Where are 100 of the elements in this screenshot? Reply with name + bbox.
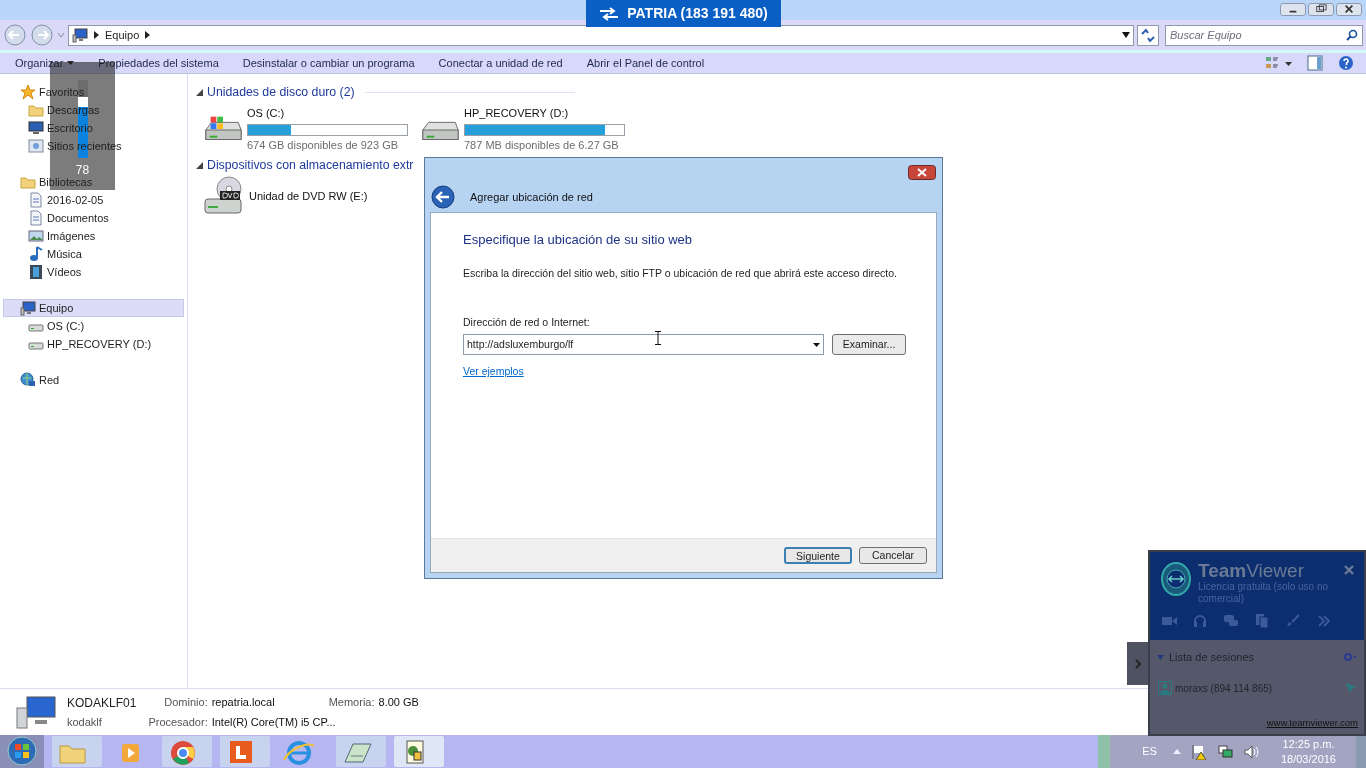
network-app-icon[interactable] — [394, 736, 444, 767]
drive-item[interactable]: HP_RECOVERY (D:) 787 MB disponibles de 6.27 GB — [420, 102, 625, 155]
breadcrumb-arrow-icon — [94, 31, 99, 39]
section-heading: Unidades de disco duro (2) — [207, 83, 355, 101]
dialog-heading: Especifique la ubicación de su sitio web — [463, 231, 694, 249]
image-icon — [28, 228, 44, 244]
music-note-icon — [28, 246, 44, 262]
taskbar-strip — [1098, 735, 1111, 768]
dropdown-caret-icon — [1122, 32, 1130, 38]
teamviewer-logo-icon — [1160, 561, 1192, 597]
view-options-button[interactable] — [1265, 55, 1293, 71]
toolbar-button[interactable]: Propiedades del sistema — [98, 53, 219, 73]
volume-icon[interactable] — [1242, 743, 1259, 760]
nav-item[interactable]: Vídeos — [3, 263, 184, 281]
show-hidden-icons-button[interactable] — [1172, 749, 1181, 754]
field-value: 8.00 GB — [378, 695, 419, 710]
dialog-description: Escriba la dirección del sitio web, sitio FTP o ubicación de red que abrirá este acceso directo. — [463, 265, 899, 281]
session-title: PATRIA (183 191 480) — [627, 4, 768, 23]
computer-icon — [72, 27, 88, 43]
text-cursor-icon — [655, 331, 661, 345]
nav-item[interactable]: Equipo — [3, 299, 184, 317]
breadcrumb[interactable]: Equipo — [105, 26, 140, 44]
field-label: Memoria: — [328, 695, 375, 710]
star-icon — [20, 84, 36, 100]
document-icon — [28, 210, 44, 226]
browse-button[interactable]: Examinar... — [832, 334, 906, 355]
address-field[interactable]: Equipo — [68, 24, 1134, 46]
chevron-right-icon — [1135, 658, 1141, 669]
start-button[interactable] — [0, 735, 44, 768]
nav-item[interactable]: 2016-02-05 — [3, 191, 184, 209]
toolbar-button[interactable]: Desinstalar o cambiar un programa — [242, 53, 415, 73]
nav-item[interactable]: Imágenes — [3, 227, 184, 245]
field-label: Dirección de red o Internet: — [463, 315, 591, 331]
teamviewer-brand: TeamViewer — [1198, 561, 1305, 581]
expand-triangle-icon — [1157, 654, 1164, 660]
drive-item[interactable]: Unidad de DVD RW (E:) — [203, 175, 408, 228]
browser-icon[interactable] — [162, 736, 212, 767]
search-icon — [1346, 29, 1358, 41]
chat-icon[interactable] — [1223, 613, 1239, 629]
notepad-icon[interactable] — [336, 736, 386, 767]
nav-item[interactable]: OS (C:) — [3, 317, 184, 335]
person-icon — [1158, 681, 1172, 695]
dropdown-caret-icon — [813, 342, 821, 347]
recent-places-icon — [28, 138, 44, 154]
breadcrumb-arrow-icon — [145, 31, 151, 39]
nav-item[interactable]: Red — [3, 371, 184, 389]
restore-button[interactable] — [1308, 3, 1334, 16]
search-box[interactable]: Buscar Equipo — [1165, 24, 1363, 46]
panel-toggle-tab[interactable] — [1127, 642, 1149, 685]
dialog-button[interactable]: Cancelar — [859, 547, 927, 564]
user-name: kodaklf — [67, 715, 103, 730]
dropdown-caret-icon — [57, 31, 65, 39]
toolbar-button[interactable]: Conectar a unidad de red — [438, 53, 563, 73]
film-icon — [28, 264, 44, 280]
volume-reading: 78 — [75, 162, 90, 178]
show-desktop-button[interactable] — [1356, 735, 1366, 768]
action-center-warning-icon[interactable] — [1190, 743, 1207, 760]
computer-icon — [15, 694, 57, 730]
folder-icon — [20, 174, 36, 190]
more-icon[interactable] — [1316, 613, 1332, 629]
headset-icon[interactable] — [1192, 613, 1208, 629]
nav-item[interactable]: Documentos — [3, 209, 184, 227]
refresh-button[interactable] — [1137, 24, 1159, 46]
computer-icon — [20, 300, 36, 316]
forward-button[interactable] — [30, 24, 54, 46]
back-button[interactable] — [431, 185, 455, 209]
pointer-icon — [1346, 683, 1356, 693]
files-icon[interactable] — [1254, 613, 1270, 629]
app-l-icon[interactable] — [220, 736, 270, 767]
preview-pane-button[interactable] — [1307, 55, 1323, 71]
swap-arrows-icon — [599, 6, 620, 21]
brush-icon[interactable] — [1285, 613, 1301, 629]
collapse-triangle-icon — [196, 88, 203, 96]
address-combo-box[interactable]: http://adsluxemburgo/lf — [463, 334, 825, 355]
field-value: Intel(R) Core(TM) i5 CP... — [211, 714, 337, 730]
examples-link[interactable]: Ver ejemplos — [463, 364, 524, 380]
dvd-drive-icon — [203, 175, 245, 217]
nav-item[interactable]: Música — [3, 245, 184, 263]
address-input-field[interactable]: http://adsluxemburgo/lf — [467, 336, 814, 353]
toolbar-button[interactable]: Abrir el Panel de control — [586, 53, 705, 73]
drive-item[interactable]: OS (C:) 674 GB disponibles de 923 GB — [203, 102, 408, 155]
close-button[interactable] — [1336, 3, 1362, 16]
folder-icon — [28, 102, 44, 118]
close-button[interactable] — [908, 165, 936, 180]
section-heading: Dispositivos con almacenamiento extr — [207, 156, 414, 174]
help-icon[interactable] — [1338, 55, 1354, 71]
nav-item[interactable]: HP_RECOVERY (D:) — [3, 335, 184, 353]
document-icon — [28, 192, 44, 208]
toolbar-button[interactable]: Organizar — [15, 53, 75, 73]
field-value: repatria.local — [211, 695, 275, 710]
computer-name: KODAKLF01 — [67, 695, 137, 712]
field-label: Dominio: — [163, 695, 208, 710]
close-icon[interactable] — [1344, 565, 1354, 575]
collapse-triangle-icon — [196, 161, 203, 169]
network-icon[interactable] — [1216, 743, 1233, 760]
network-icon — [20, 372, 36, 388]
dialog-button[interactable]: Siguiente — [784, 547, 852, 564]
search-field[interactable]: Buscar Equipo — [1170, 26, 1346, 44]
dialog-title: Agregar ubicación de red — [470, 189, 593, 205]
caret-icon — [67, 61, 75, 65]
